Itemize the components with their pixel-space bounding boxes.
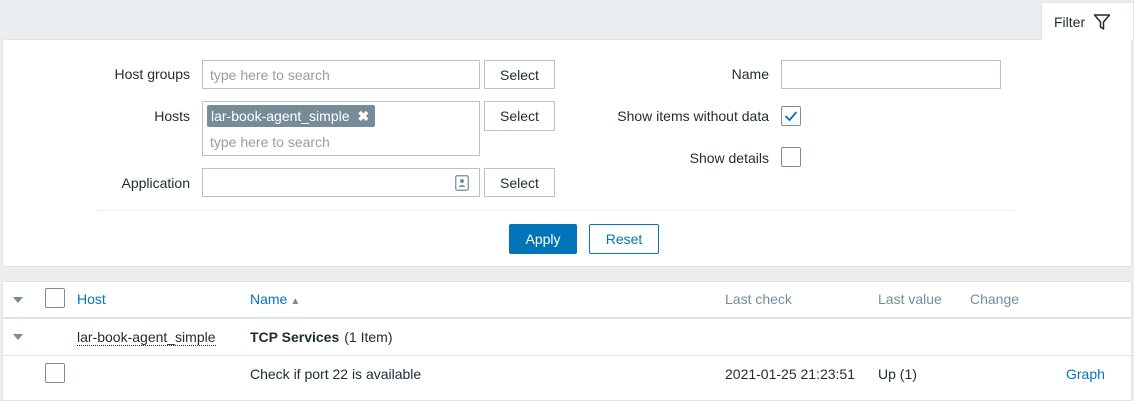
collapse-group-icon[interactable]: [12, 332, 24, 342]
checkmark-icon: [784, 111, 798, 122]
host-groups-input[interactable]: [202, 60, 480, 89]
select-all-checkbox[interactable]: [45, 288, 65, 308]
show-items-without-data-label: Show items without data: [617, 108, 769, 124]
row-separator: [3, 355, 1131, 356]
apply-button[interactable]: Apply: [509, 224, 577, 254]
filter-tab[interactable]: Filter: [1041, 2, 1134, 40]
reset-button[interactable]: Reset: [589, 224, 659, 254]
application-group-name: TCP Services: [250, 329, 340, 345]
host-groups-select-button[interactable]: Select: [484, 60, 555, 89]
application-label: Application: [121, 175, 191, 191]
sort-ascending-icon: ▲: [290, 296, 301, 307]
host-chip-label: lar-book-agent_simple: [211, 108, 350, 124]
show-details-label: Show details: [689, 150, 769, 166]
name-label: Name: [731, 66, 769, 82]
host-chip: lar-book-agent_simple ✖: [207, 105, 376, 127]
host-groups-label: Host groups: [114, 66, 190, 82]
header-separator: [3, 317, 1131, 319]
hosts-search-input[interactable]: [203, 131, 473, 153]
item-last-check: 2021-01-25 21:23:51: [725, 366, 855, 382]
collapse-all-icon[interactable]: [12, 295, 24, 305]
group-host-label: lar-book-agent_simple: [77, 329, 216, 346]
item-last-value: Up (1): [878, 366, 917, 382]
show-items-without-data-checkbox[interactable]: [781, 106, 801, 126]
remove-chip-icon[interactable]: ✖: [358, 108, 370, 125]
filter-divider: [98, 210, 1013, 211]
hosts-select-button[interactable]: Select: [484, 101, 555, 131]
item-name: Check if port 22 is available: [250, 366, 422, 382]
name-input[interactable]: [781, 60, 1001, 89]
graph-link[interactable]: Graph: [1066, 366, 1105, 382]
change-column-header: Change: [970, 291, 1020, 307]
application-group-count: (1 Item): [344, 329, 393, 345]
hosts-label: Hosts: [154, 108, 190, 124]
host-column-header[interactable]: Host: [77, 291, 106, 307]
group-host-link[interactable]: lar-book-agent_simple: [77, 329, 216, 346]
application-input[interactable]: [202, 168, 480, 197]
name-column-header[interactable]: Name ▲: [250, 291, 300, 307]
application-select-button[interactable]: Select: [484, 168, 555, 197]
show-details-checkbox[interactable]: [781, 147, 801, 167]
funnel-icon: [1093, 13, 1111, 31]
contact-card-icon: [455, 175, 469, 191]
row-checkbox[interactable]: [45, 363, 65, 383]
hosts-multiselect[interactable]: lar-book-agent_simple ✖: [202, 101, 480, 156]
application-group-title: TCP Services (1 Item): [250, 329, 392, 345]
filter-tab-label: Filter: [1054, 13, 1086, 30]
name-column-label: Name: [250, 291, 288, 307]
last-check-column-header: Last check: [725, 291, 792, 307]
last-value-column-header: Last value: [878, 291, 942, 307]
